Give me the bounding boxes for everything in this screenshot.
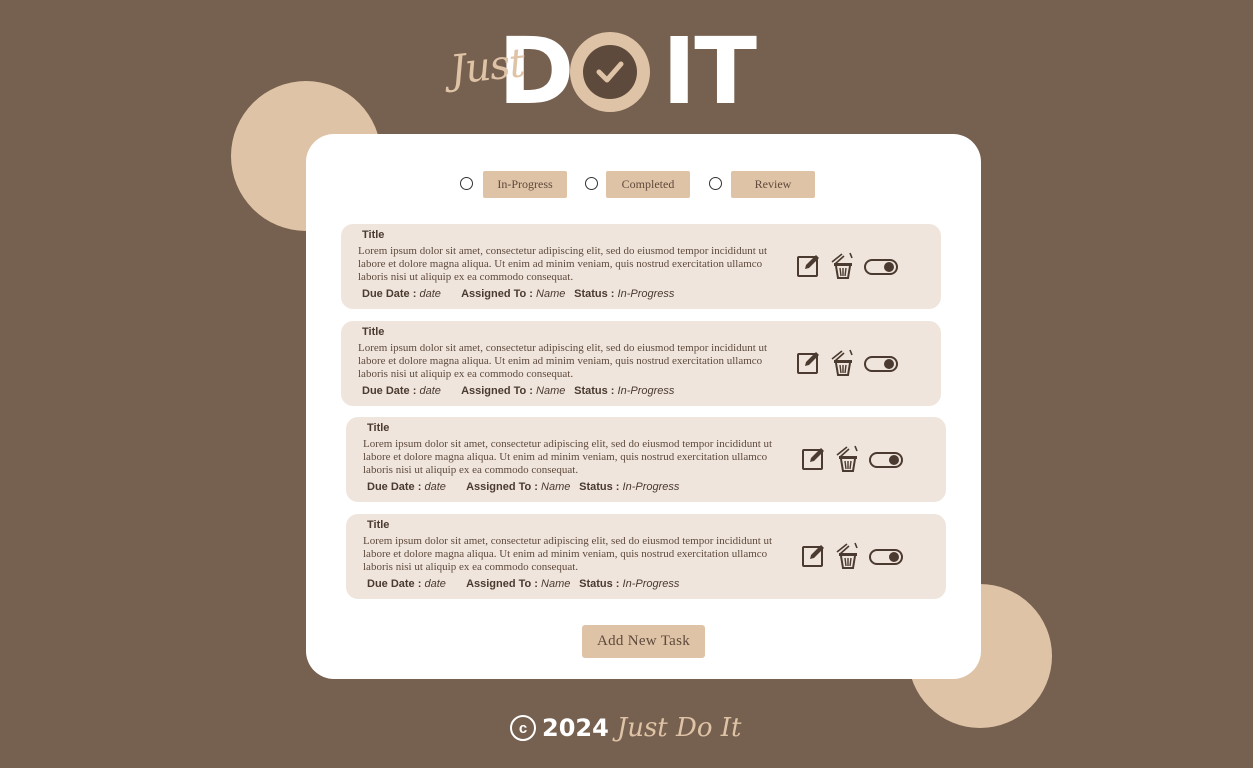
assigned-to-value: Name bbox=[536, 288, 566, 300]
status-label: Status : bbox=[574, 288, 615, 300]
status-value: In-Progress bbox=[617, 288, 675, 300]
task-meta: Due Date : date Assigned To : Name Statu… bbox=[362, 288, 674, 300]
footer-app-name: Just Do It bbox=[616, 713, 742, 743]
logo-just-script: Just bbox=[447, 40, 527, 94]
due-date-label: Due Date : bbox=[367, 578, 422, 590]
task-description: Lorem ipsum dolor sit amet, consectetur … bbox=[363, 535, 773, 573]
filter-review-button[interactable]: Review bbox=[731, 171, 815, 198]
task-actions bbox=[796, 252, 921, 282]
task-title: Title bbox=[362, 229, 385, 241]
toggle-knob bbox=[889, 552, 899, 562]
task-title: Title bbox=[367, 519, 390, 531]
filter-radio-in-progress[interactable] bbox=[460, 177, 473, 190]
due-date-label: Due Date : bbox=[362, 385, 417, 397]
add-new-task-button[interactable]: Add New Task bbox=[582, 625, 705, 658]
filter-radio-review[interactable] bbox=[709, 177, 722, 190]
assigned-to-label: Assigned To : bbox=[461, 385, 533, 397]
assigned-to-label: Assigned To : bbox=[461, 288, 533, 300]
logo-letters-it: IT bbox=[662, 18, 757, 125]
task-description: Lorem ipsum dolor sit amet, consectetur … bbox=[358, 245, 768, 283]
assigned-to-label: Assigned To : bbox=[466, 578, 538, 590]
task-meta: Due Date : date Assigned To : Name Statu… bbox=[367, 481, 679, 493]
task-title: Title bbox=[367, 422, 390, 434]
assigned-to-value: Name bbox=[536, 385, 566, 397]
trash-icon[interactable] bbox=[830, 349, 856, 377]
due-date-value: date bbox=[419, 385, 441, 397]
due-date-label: Due Date : bbox=[367, 481, 422, 493]
task-meta: Due Date : date Assigned To : Name Statu… bbox=[367, 578, 679, 590]
task-toggle-switch[interactable] bbox=[869, 549, 903, 565]
edit-icon[interactable] bbox=[801, 542, 827, 570]
toggle-knob bbox=[884, 262, 894, 272]
task-item: Title Lorem ipsum dolor sit amet, consec… bbox=[341, 224, 941, 309]
task-card-panel: In-Progress Completed Review Title Lorem… bbox=[306, 134, 981, 679]
assigned-to-value: Name bbox=[541, 578, 571, 590]
status-label: Status : bbox=[574, 385, 615, 397]
status-value: In-Progress bbox=[617, 385, 675, 397]
due-date-value: date bbox=[424, 481, 446, 493]
due-date-value: date bbox=[419, 288, 441, 300]
status-value: In-Progress bbox=[622, 481, 680, 493]
app-logo: D IT Just bbox=[447, 18, 768, 125]
task-toggle-switch[interactable] bbox=[869, 452, 903, 468]
task-description: Lorem ipsum dolor sit amet, consectetur … bbox=[358, 342, 768, 380]
assigned-to-label: Assigned To : bbox=[466, 481, 538, 493]
toggle-knob bbox=[884, 359, 894, 369]
task-meta: Due Date : date Assigned To : Name Statu… bbox=[362, 385, 674, 397]
filter-completed-button[interactable]: Completed bbox=[606, 171, 690, 198]
edit-icon[interactable] bbox=[801, 445, 827, 473]
footer-year: 2024 bbox=[542, 714, 609, 742]
task-toggle-switch[interactable] bbox=[864, 259, 898, 275]
checkmark-icon bbox=[596, 61, 624, 83]
assigned-to-value: Name bbox=[541, 481, 571, 493]
task-title: Title bbox=[362, 326, 385, 338]
trash-icon[interactable] bbox=[835, 542, 861, 570]
task-item: Title Lorem ipsum dolor sit amet, consec… bbox=[341, 321, 941, 406]
task-actions bbox=[801, 445, 926, 475]
logo-check-circle bbox=[570, 32, 650, 112]
task-actions bbox=[801, 542, 926, 572]
status-value: In-Progress bbox=[622, 578, 680, 590]
task-toggle-switch[interactable] bbox=[864, 356, 898, 372]
task-item: Title Lorem ipsum dolor sit amet, consec… bbox=[346, 417, 946, 502]
task-actions bbox=[796, 349, 921, 379]
footer: c 2024 Just Do It bbox=[510, 708, 742, 748]
task-description: Lorem ipsum dolor sit amet, consectetur … bbox=[363, 438, 773, 476]
due-date-value: date bbox=[424, 578, 446, 590]
task-item: Title Lorem ipsum dolor sit amet, consec… bbox=[346, 514, 946, 599]
trash-icon[interactable] bbox=[835, 445, 861, 473]
toggle-knob bbox=[889, 455, 899, 465]
filter-radio-completed[interactable] bbox=[585, 177, 598, 190]
status-label: Status : bbox=[579, 481, 620, 493]
copyright-icon: c bbox=[510, 715, 536, 741]
status-filter-bar: In-Progress Completed Review bbox=[306, 171, 981, 199]
edit-icon[interactable] bbox=[796, 349, 822, 377]
due-date-label: Due Date : bbox=[362, 288, 417, 300]
trash-icon[interactable] bbox=[830, 252, 856, 280]
filter-in-progress-button[interactable]: In-Progress bbox=[483, 171, 567, 198]
edit-icon[interactable] bbox=[796, 252, 822, 280]
status-label: Status : bbox=[579, 578, 620, 590]
